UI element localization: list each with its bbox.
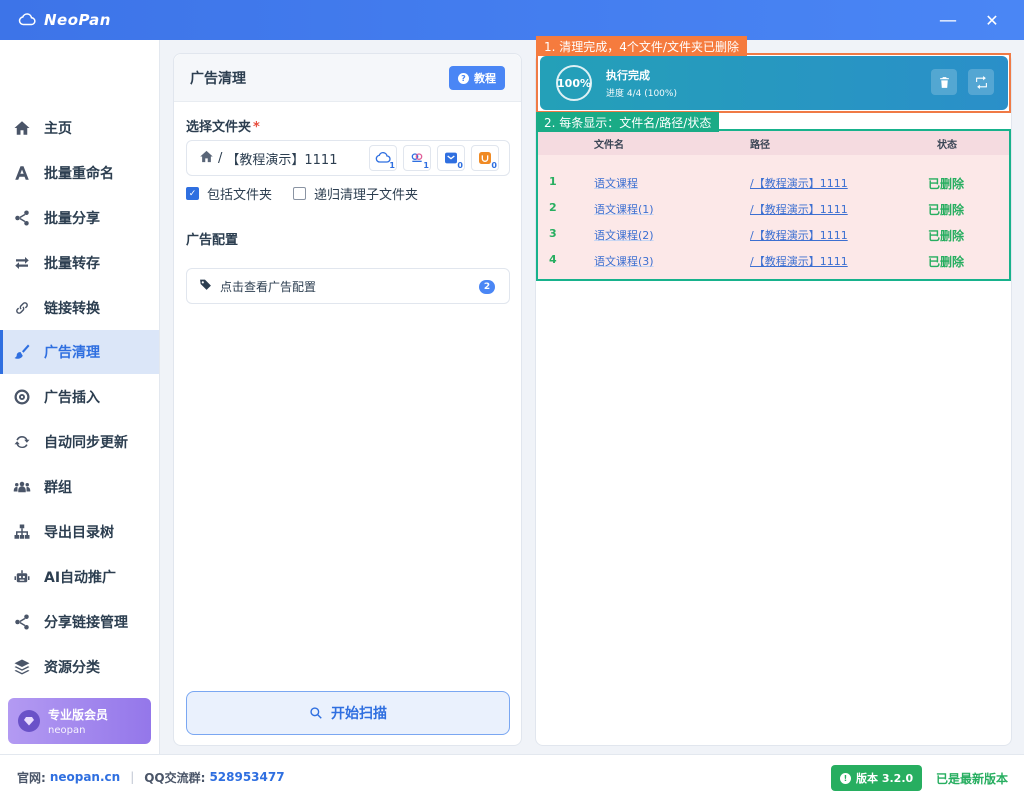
annotation-box-status [536, 53, 1011, 113]
sidebar-item-rename[interactable]: 批量重命名 [0, 151, 159, 195]
sidebar-item-ad-clean[interactable]: 广告清理 [0, 330, 159, 374]
sidebar-item-label: 广告清理 [44, 345, 100, 361]
checkbox-checked-icon[interactable]: ✓ [186, 187, 199, 200]
start-scan-label: 开始扫描 [331, 706, 387, 722]
version-label: 版本 3.2.0 [856, 772, 914, 785]
annotation-label-2: 2. 每条显示：文件名/路径/状态 [536, 112, 720, 132]
home-icon [12, 118, 32, 138]
sidebar-item-groups[interactable]: 群组 [0, 465, 159, 509]
required-mark: * [253, 120, 260, 135]
annotation-label-1: 1. 清理完成，4个文件/文件夹已删除 [536, 36, 747, 56]
qq-group-link[interactable]: 528953477 [209, 770, 284, 784]
sidebar-item-transfer[interactable]: 批量转存 [0, 241, 159, 285]
panel-title: 广告清理 [190, 70, 246, 87]
include-folders-checkbox[interactable]: ✓ 包括文件夹 [186, 184, 272, 203]
sidebar-item-batch-share[interactable]: 批量分享 [0, 196, 159, 240]
share-icon [12, 612, 32, 632]
pro-title: 专业版会员 [48, 708, 109, 722]
ad-config-section-title: 广告配置 [186, 233, 239, 248]
cloud-drive-button-2[interactable]: 1 [403, 145, 431, 171]
home-icon [199, 149, 214, 168]
broom-icon [12, 342, 32, 362]
pro-membership-card[interactable]: 专业版会员 neopan [8, 698, 151, 744]
panel-header: 广告清理 ? 教程 [174, 54, 521, 102]
ad-config-link[interactable]: 点击查看广告配置 2 [186, 268, 510, 304]
sidebar-item-label: 分享链接管理 [44, 615, 128, 631]
tutorial-label: 教程 [474, 72, 496, 85]
sidebar-item-label: 自动同步更新 [44, 435, 128, 451]
sidebar-item-link-convert[interactable]: 链接转换 [0, 286, 159, 330]
users-icon [12, 477, 32, 497]
sidebar-item-label: 广告插入 [44, 390, 100, 406]
title-bar: NeoPan — ✕ [0, 0, 1024, 40]
target-icon [12, 387, 32, 407]
sitemap-icon [12, 522, 32, 542]
sidebar-item-label: 主页 [44, 121, 72, 137]
folder-label: 选择文件夹 * [186, 116, 260, 135]
app-title: NeoPan [44, 11, 111, 29]
info-icon: ! [840, 772, 851, 784]
path-separator: / [218, 150, 223, 166]
share-icon [12, 208, 32, 228]
sidebar-item-label: 批量转存 [44, 256, 100, 272]
sidebar-item-share-manage[interactable]: 分享链接管理 [0, 600, 159, 644]
cloud-count: 0 [491, 161, 497, 170]
cloud-drive-button-1[interactable]: 1 [369, 145, 397, 171]
sidebar-item-auto-sync[interactable]: 自动同步更新 [0, 420, 159, 464]
font-icon [12, 163, 32, 183]
sidebar-item-label: 资源分类 [44, 660, 100, 676]
latest-version-text: 已是最新版本 [936, 772, 1009, 786]
layers-icon [12, 657, 32, 677]
sidebar-item-categories[interactable]: 资源分类 [0, 645, 159, 689]
folder-label-text: 选择文件夹 [186, 120, 252, 135]
start-scan-button[interactable]: 开始扫描 [186, 691, 510, 735]
sidebar-item-ai-promo[interactable]: AI自动推广 [0, 555, 159, 599]
qq-label: QQ交流群: [144, 770, 206, 785]
sidebar-item-label: 批量分享 [44, 211, 100, 227]
link-icon [12, 298, 32, 318]
sync-icon [12, 432, 32, 452]
include-folders-label: 包括文件夹 [207, 188, 273, 203]
diamond-icon [18, 710, 40, 732]
site-link[interactable]: neopan.cn [50, 770, 120, 784]
cloud-count: 0 [457, 161, 463, 170]
footer: 官网: neopan.cn | QQ交流群: 528953477 ! 版本 3.… [0, 754, 1024, 799]
sidebar-item-label: 批量重命名 [44, 166, 114, 182]
folder-path-selector[interactable]: / 【教程演示】1111 1 1 0 0 [186, 140, 510, 176]
version-button[interactable]: ! 版本 3.2.0 [831, 765, 923, 791]
footer-divider: | [130, 770, 135, 784]
tag-icon [199, 278, 220, 294]
exchange-icon [12, 253, 32, 273]
question-icon: ? [458, 72, 469, 84]
minimize-button[interactable]: — [926, 0, 970, 40]
cloud-drive-button-3[interactable]: 0 [437, 145, 465, 171]
ad-config-count-badge: 2 [479, 280, 495, 294]
checkbox-unchecked-icon[interactable] [293, 187, 306, 200]
cloud-drive-button-4[interactable]: 0 [471, 145, 499, 171]
site-label: 官网: [17, 770, 46, 785]
cloud-count: 1 [389, 161, 395, 170]
robot-icon [12, 567, 32, 587]
sidebar-item-label: AI自动推广 [44, 570, 117, 586]
annotation-box-table [536, 129, 1011, 281]
sidebar-item-ad-insert[interactable]: 广告插入 [0, 375, 159, 419]
search-icon [310, 707, 322, 719]
ad-config-link-text: 点击查看广告配置 [220, 279, 317, 294]
close-button[interactable]: ✕ [970, 0, 1014, 40]
folder-path: 【教程演示】1111 [226, 152, 338, 168]
sidebar-item-export-tree[interactable]: 导出目录树 [0, 510, 159, 554]
cloud-logo-icon [18, 13, 36, 26]
sidebar-item-label: 群组 [44, 480, 72, 496]
sidebar-item-home[interactable]: 主页 [0, 106, 159, 150]
recursive-clean-label: 递归清理子文件夹 [314, 188, 419, 203]
sidebar-item-label: 链接转换 [44, 301, 100, 317]
ad-clean-panel: 广告清理 ? 教程 选择文件夹 * / 【教程演示】1111 1 1 0 0 ✓ … [173, 53, 522, 746]
sidebar: 主页 批量重命名 批量分享 批量转存 链接转换 广告清理 广告插入 自动同步更新… [0, 40, 160, 754]
recursive-clean-checkbox[interactable]: 递归清理子文件夹 [293, 184, 418, 203]
neopan-logo: NeoPan [18, 11, 111, 29]
cloud-count: 1 [423, 161, 429, 170]
pro-username: neopan [48, 725, 86, 736]
tutorial-button[interactable]: ? 教程 [449, 66, 505, 90]
sidebar-item-label: 导出目录树 [44, 525, 114, 541]
